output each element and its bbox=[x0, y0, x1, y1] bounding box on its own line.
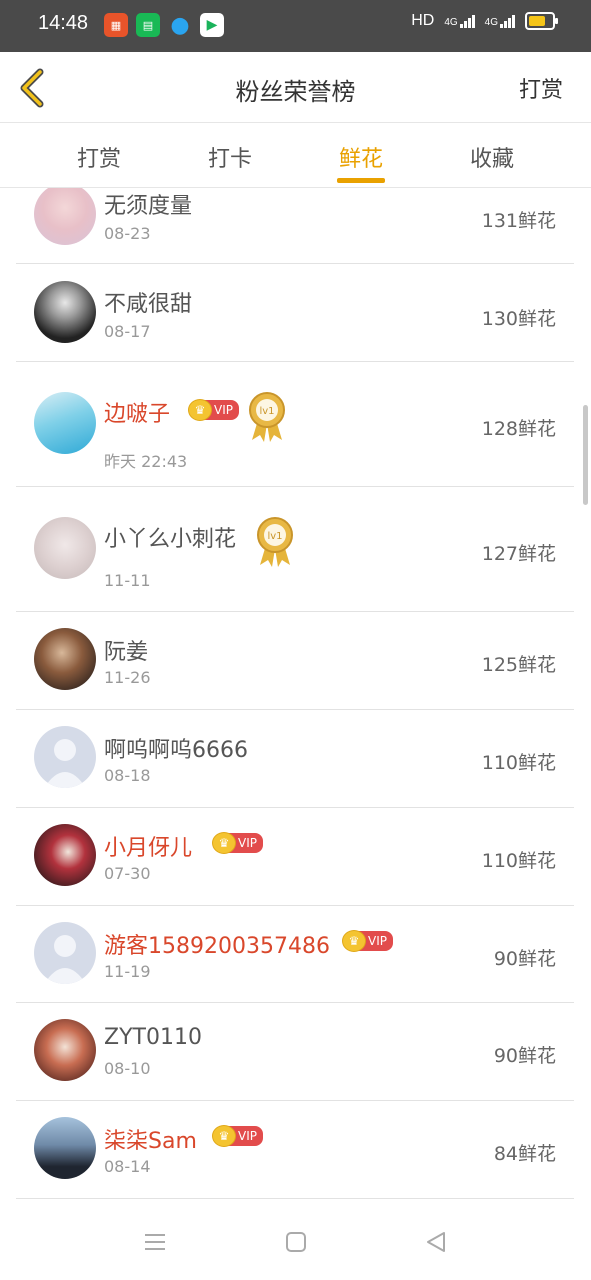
system-nav-bar bbox=[0, 1200, 591, 1280]
medal-level-label: lv1 bbox=[259, 406, 274, 417]
tab-favorites[interactable]: 收藏 bbox=[452, 141, 532, 173]
active-tab-indicator bbox=[337, 178, 385, 183]
flower-count: 131鲜花 bbox=[481, 210, 556, 232]
app-notification-icon: ▦ bbox=[104, 13, 128, 37]
user-name: 啊呜啊呜6666 bbox=[104, 738, 248, 763]
vip-badge: ♛ VIP bbox=[188, 399, 239, 421]
flower-count: 90鲜花 bbox=[493, 948, 556, 970]
qq-icon: ● bbox=[170, 12, 190, 38]
notification-icons: ▦ ▤ ● ▶ bbox=[104, 12, 224, 38]
video-app-icon: ▶ bbox=[200, 13, 224, 37]
flower-count: 84鲜花 bbox=[493, 1143, 556, 1165]
medal-level-label: lv1 bbox=[267, 531, 282, 542]
avatar bbox=[34, 188, 96, 245]
avatar bbox=[34, 517, 96, 579]
home-icon[interactable] bbox=[284, 1230, 308, 1254]
menu-icon[interactable] bbox=[143, 1230, 167, 1254]
network-type-label: 4G bbox=[484, 16, 498, 28]
record-date: 08-23 bbox=[104, 224, 151, 243]
list-item[interactable]: 不咸很甜 08-17 130鲜花 bbox=[16, 264, 574, 362]
vip-badge: ♛ VIP bbox=[212, 1125, 263, 1147]
level-medal-icon: lv1 bbox=[257, 517, 293, 567]
record-date: 07-30 bbox=[104, 864, 151, 883]
list-item[interactable]: 小丫么小刺花 lv1 11-11 127鲜花 bbox=[16, 487, 574, 612]
tab-flowers[interactable]: 鲜花 bbox=[321, 141, 401, 173]
tab-bar: 打赏 打卡 鲜花 收藏 bbox=[0, 123, 591, 188]
record-date: 08-10 bbox=[104, 1059, 151, 1078]
record-date: 昨天 22:43 bbox=[104, 452, 188, 471]
page-title: 粉丝荣誉榜 bbox=[235, 78, 356, 106]
crown-icon: ♛ bbox=[212, 832, 236, 854]
user-name: 小月伢儿 bbox=[104, 836, 193, 861]
tab-checkin[interactable]: 打卡 bbox=[190, 141, 270, 173]
reward-button[interactable]: 打赏 bbox=[519, 72, 563, 104]
avatar bbox=[34, 1117, 96, 1179]
flower-count: 128鲜花 bbox=[481, 418, 556, 440]
flower-count: 110鲜花 bbox=[481, 752, 556, 774]
avatar bbox=[34, 281, 96, 343]
list-item[interactable]: ZYT0110 08-10 90鲜花 bbox=[16, 1003, 574, 1101]
signal-icon: 4G bbox=[484, 14, 515, 28]
crown-icon: ♛ bbox=[188, 399, 212, 421]
back-triangle-icon[interactable] bbox=[424, 1230, 448, 1254]
vip-badge: ♛ VIP bbox=[342, 930, 393, 952]
fan-ranking-list: 无须度量 08-23 131鲜花 不咸很甜 08-17 130鲜花 边啵子 ♛ V… bbox=[16, 188, 574, 1200]
list-item[interactable]: 阮姜 11-26 125鲜花 bbox=[16, 612, 574, 710]
record-date: 11-26 bbox=[104, 668, 151, 687]
record-date: 11-11 bbox=[104, 571, 151, 590]
vip-badge: ♛ VIP bbox=[212, 832, 263, 854]
avatar bbox=[34, 628, 96, 690]
status-time: 14:48 bbox=[38, 12, 89, 34]
avatar bbox=[34, 824, 96, 886]
user-name: ZYT0110 bbox=[104, 1025, 202, 1050]
level-medal-icon: lv1 bbox=[249, 392, 285, 442]
user-name: 不咸很甜 bbox=[104, 292, 193, 317]
record-date: 08-14 bbox=[104, 1157, 151, 1176]
list-item[interactable]: 小月伢儿 ♛ VIP 07-30 110鲜花 bbox=[16, 808, 574, 906]
flower-count: 130鲜花 bbox=[481, 308, 556, 330]
user-name: 柒柒Sam bbox=[104, 1129, 197, 1154]
tab-reward[interactable]: 打赏 bbox=[59, 141, 139, 173]
list-item[interactable]: 游客1589200357486 ♛ VIP 11-19 90鲜花 bbox=[16, 906, 574, 1003]
record-date: 08-17 bbox=[104, 322, 151, 341]
list-item[interactable]: 啊呜啊呜6666 08-18 110鲜花 bbox=[16, 710, 574, 808]
scrollbar[interactable] bbox=[583, 405, 588, 505]
avatar bbox=[34, 392, 96, 454]
app-header: 粉丝荣誉榜 打赏 bbox=[0, 52, 591, 123]
default-avatar-icon bbox=[34, 726, 96, 788]
crown-icon: ♛ bbox=[212, 1125, 236, 1147]
flower-count: 110鲜花 bbox=[481, 850, 556, 872]
status-bar: 14:48 ▦ ▤ ● ▶ HD 4G 4G bbox=[0, 0, 591, 52]
user-name: 小丫么小刺花 bbox=[104, 527, 237, 552]
avatar bbox=[34, 1019, 96, 1081]
hd-indicator: HD bbox=[411, 12, 435, 29]
flower-count: 90鲜花 bbox=[493, 1045, 556, 1067]
record-date: 08-18 bbox=[104, 766, 151, 785]
flower-count: 125鲜花 bbox=[481, 654, 556, 676]
list-item[interactable]: 无须度量 08-23 131鲜花 bbox=[16, 188, 574, 264]
battery-icon bbox=[525, 12, 558, 30]
list-item[interactable]: 边啵子 ♛ VIP lv1 昨天 22:43 128鲜花 bbox=[16, 362, 574, 487]
user-name: 游客1589200357486 bbox=[104, 934, 330, 959]
signal-icon: 4G bbox=[444, 14, 475, 28]
user-name: 边啵子 bbox=[104, 402, 171, 427]
network-type-label: 4G bbox=[444, 16, 458, 28]
list-item[interactable]: 柒柒Sam ♛ VIP 08-14 84鲜花 bbox=[16, 1101, 574, 1199]
user-name: 无须度量 bbox=[104, 194, 193, 219]
user-name: 阮姜 bbox=[104, 640, 149, 665]
iqiyi-icon: ▤ bbox=[136, 13, 160, 37]
default-avatar-icon bbox=[34, 922, 96, 984]
record-date: 11-19 bbox=[104, 962, 151, 981]
flower-count: 127鲜花 bbox=[481, 543, 556, 565]
crown-icon: ♛ bbox=[342, 930, 366, 952]
